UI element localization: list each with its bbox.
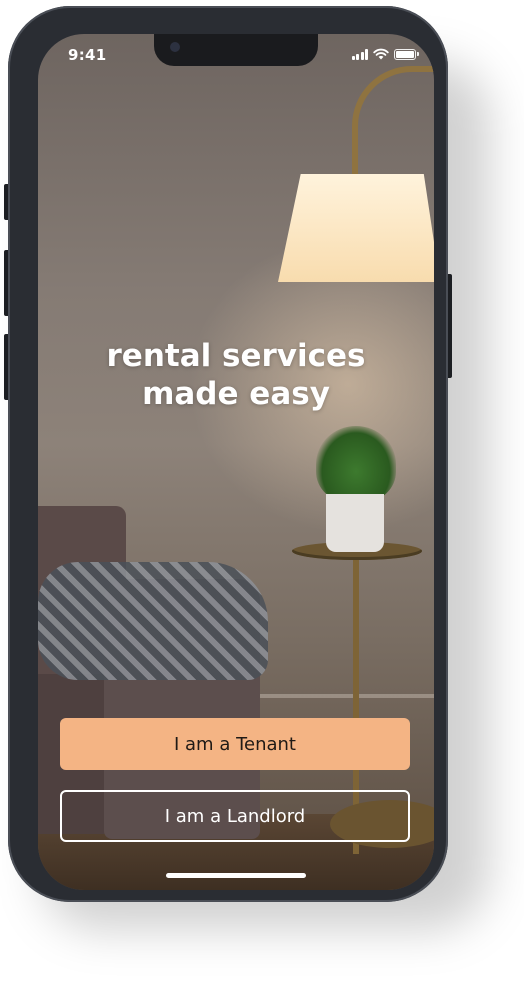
- throw-blanket: [38, 562, 268, 680]
- status-icons: [351, 48, 419, 60]
- plant-leaves: [316, 426, 396, 502]
- front-camera: [170, 42, 180, 52]
- battery-icon: [394, 48, 419, 60]
- status-time: 9:41: [68, 46, 107, 64]
- lamp-arm: [352, 66, 434, 186]
- plant-pot: [326, 494, 384, 552]
- headline-line-2: made easy: [142, 376, 330, 412]
- hero-headline: rental services made easy: [38, 337, 434, 413]
- headline-line-1: rental services: [106, 338, 366, 374]
- tenant-button[interactable]: I am a Tenant: [60, 718, 410, 770]
- page: 9:41 rental services made easy I am a Te…: [0, 0, 524, 984]
- app-screen: 9:41 rental services made easy I am a Te…: [38, 34, 434, 890]
- phone-frame: 9:41 rental services made easy I am a Te…: [8, 6, 448, 902]
- lamp-shade: [278, 174, 434, 282]
- landlord-button[interactable]: I am a Landlord: [60, 790, 410, 842]
- wifi-icon: [373, 48, 389, 60]
- signal-icon: [351, 48, 368, 60]
- home-indicator[interactable]: [166, 873, 306, 878]
